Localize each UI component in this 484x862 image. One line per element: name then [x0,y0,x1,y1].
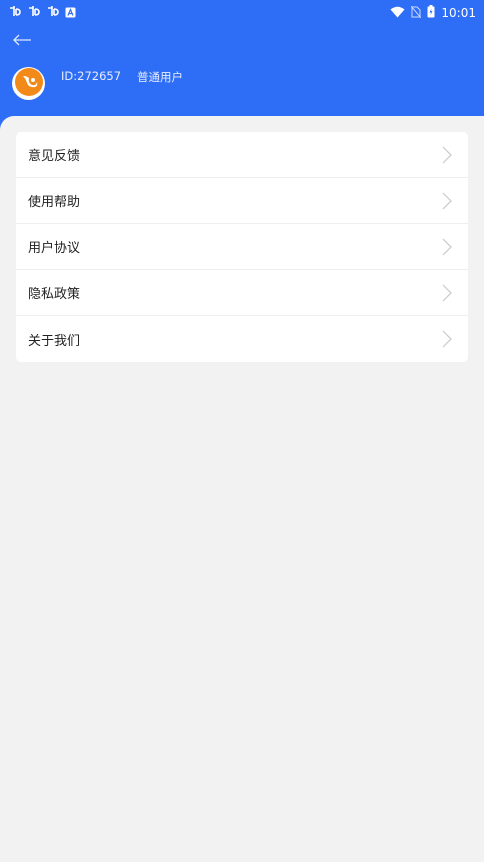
status-time: 10:01 [441,5,476,20]
fox-logo-icon [14,67,44,101]
menu-item-user-agreement[interactable]: 用户协议 [16,224,468,270]
app-notification-icon [27,3,41,22]
chevron-right-icon [442,238,452,256]
wifi-icon [390,3,405,22]
menu-item-label: 用户协议 [28,241,81,256]
profile-info: ID:272657 普通用户 [61,69,183,85]
chevron-right-icon [442,330,452,348]
user-type: 普通用户 [137,70,184,84]
header: 10:01 ID:272657 普通用户 [0,0,484,130]
no-sim-icon [411,3,422,22]
battery-charging-icon [427,3,435,22]
chevron-right-icon [442,192,452,210]
app-notification-icon [8,3,22,22]
arrow-left-icon [12,31,32,50]
menu-item-label: 关于我们 [28,333,81,349]
menu-item-label: 意见反馈 [28,149,81,164]
avatar[interactable] [12,67,45,100]
user-id: ID:272657 [61,69,122,83]
menu-item-label: 使用帮助 [28,195,81,210]
status-bar: 10:01 [0,0,484,22]
back-button[interactable] [10,30,34,50]
chevron-right-icon [442,146,452,164]
status-left-icons [8,3,76,22]
chevron-right-icon [442,284,452,302]
menu-item-label: 隐私政策 [28,287,81,302]
menu-card: 意见反馈 使用帮助 用户协议 隐私政策 关于我们 [16,132,468,362]
menu-item-privacy-policy[interactable]: 隐私政策 [16,270,468,316]
menu-item-help[interactable]: 使用帮助 [16,178,468,224]
content-area: 意见反馈 使用帮助 用户协议 隐私政策 关于我们 [0,116,484,862]
menu-item-feedback[interactable]: 意见反馈 [16,132,468,178]
profile-section: ID:272657 普通用户 [12,67,183,100]
status-right-icons: 10:01 [390,3,476,22]
text-a-icon [65,3,76,22]
menu-item-about-us[interactable]: 关于我们 [16,316,468,362]
app-notification-icon [46,3,60,22]
